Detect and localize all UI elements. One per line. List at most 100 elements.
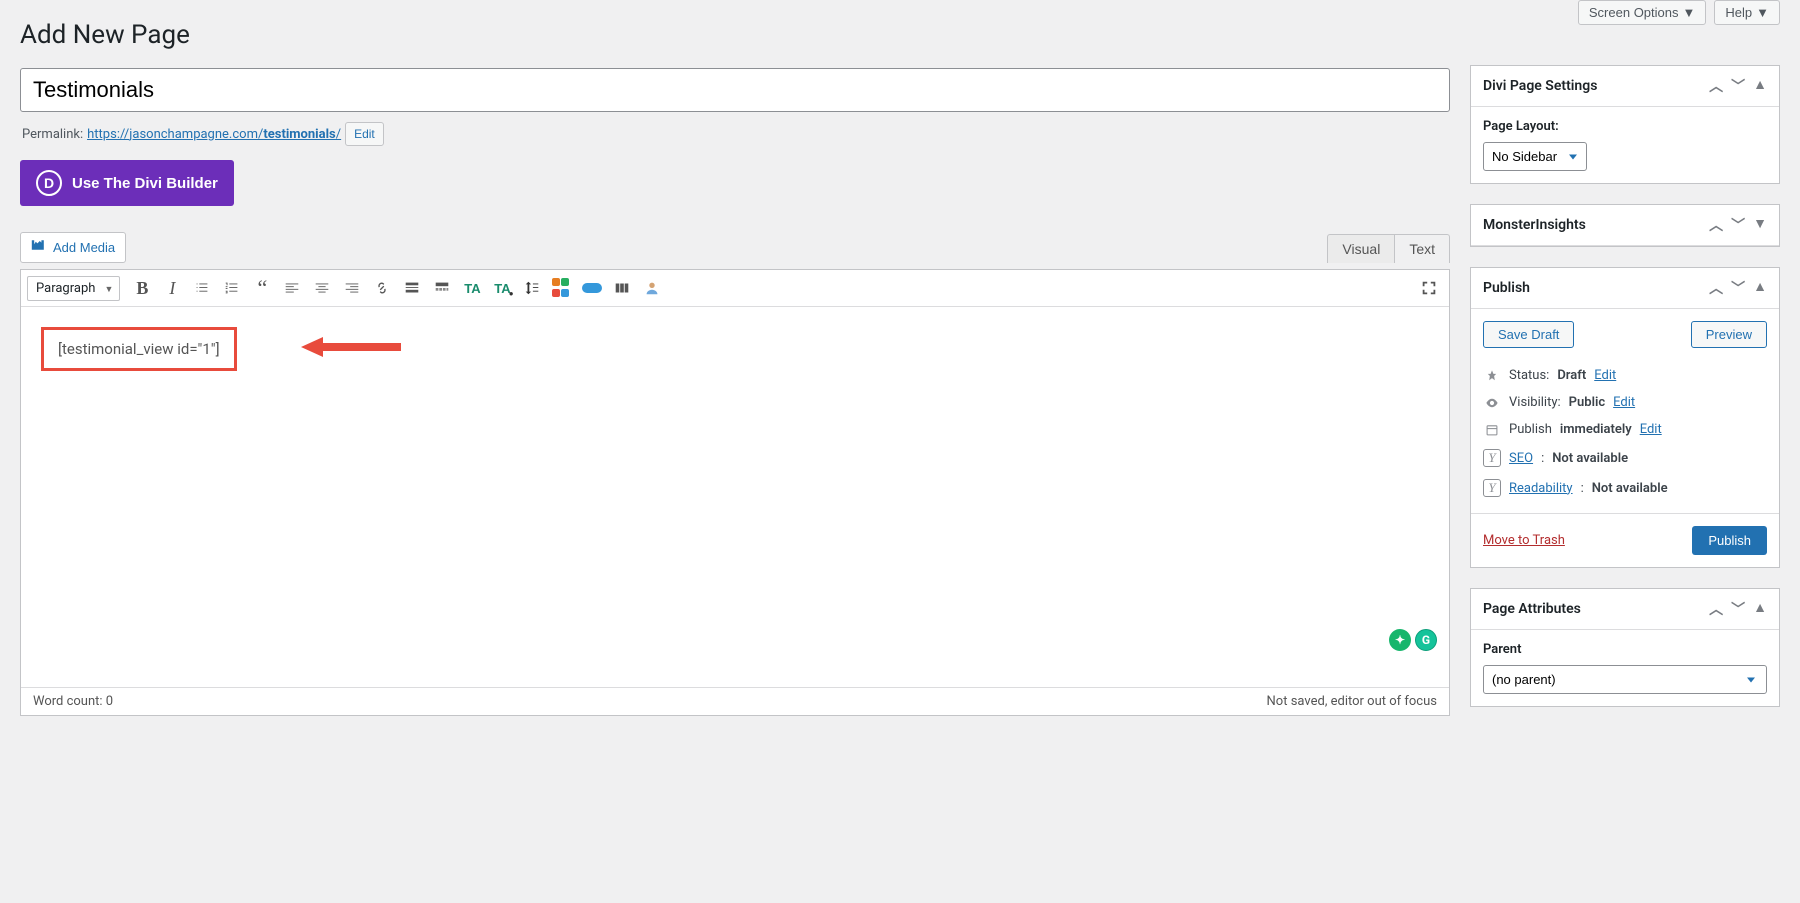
grammarly-badges: ✦ G <box>1389 629 1437 651</box>
editor-content[interactable]: [testimonial_view id="1"] ✦ G <box>21 307 1449 687</box>
monsterinsights-header[interactable]: MonsterInsights ︿ ﹀ ▼ <box>1471 205 1779 246</box>
divi-button-label: Use The Divi Builder <box>72 175 218 192</box>
pin-icon <box>1483 369 1501 383</box>
page-heading: Add New Page <box>20 20 1450 50</box>
publish-title: Publish <box>1483 280 1530 296</box>
toolbar-toggle-icon[interactable] <box>428 274 456 302</box>
grammarly-icon[interactable]: G <box>1415 629 1437 651</box>
row-height-icon[interactable] <box>518 274 546 302</box>
chevron-up-icon[interactable]: ︿ <box>1709 278 1723 298</box>
editor-text: [testimonial_view id="1"] <box>58 340 220 358</box>
visibility-label: Visibility: <box>1509 395 1561 410</box>
permalink-host: https://jasonchampagne.com/ <box>87 127 263 142</box>
parent-label: Parent <box>1483 642 1767 657</box>
columns-icon[interactable] <box>608 274 636 302</box>
caret-up-toggle-icon[interactable]: ▲ <box>1753 76 1767 96</box>
bold-icon[interactable]: B <box>128 274 156 302</box>
publish-time-label: Publish <box>1509 422 1552 437</box>
page-layout-select[interactable]: No Sidebar <box>1483 142 1587 171</box>
visual-tab[interactable]: Visual <box>1327 234 1395 263</box>
numbered-list-icon[interactable] <box>218 274 246 302</box>
chevron-down-icon[interactable]: ﹀ <box>1731 278 1745 298</box>
user-icon[interactable] <box>638 274 666 302</box>
divi-settings-header[interactable]: Divi Page Settings ︿ ﹀ ▲ <box>1471 66 1779 107</box>
annotation-arrow-icon <box>301 337 401 357</box>
insert-button-icon[interactable] <box>578 274 606 302</box>
parent-select[interactable]: (no parent) <box>1483 665 1767 694</box>
publish-header[interactable]: Publish ︿ ﹀ ▲ <box>1471 268 1779 309</box>
italic-icon[interactable]: I <box>158 274 186 302</box>
status-label: Status: <box>1509 368 1549 383</box>
monsterinsights-box: MonsterInsights ︿ ﹀ ▼ <box>1470 204 1780 247</box>
readability-link[interactable]: Readability <box>1509 481 1573 496</box>
permalink-row: Permalink: https://jasonchampagne.com/te… <box>22 122 1450 146</box>
add-media-label: Add Media <box>53 240 115 255</box>
paragraph-format-select[interactable]: Paragraph <box>27 276 120 301</box>
word-count: Word count: 0 <box>33 694 113 709</box>
ta-icon[interactable]: TA <box>458 274 486 302</box>
caret-up-toggle-icon[interactable]: ▲ <box>1753 278 1767 298</box>
grammarly-add-icon[interactable]: ✦ <box>1389 629 1411 651</box>
editor-statusbar: Word count: 0 Not saved, editor out of f… <box>21 687 1449 715</box>
chevron-up-icon[interactable]: ︿ <box>1709 215 1723 235</box>
chevron-down-icon[interactable]: ﹀ <box>1731 215 1745 235</box>
caret-up-toggle-icon[interactable]: ▲ <box>1753 599 1767 619</box>
editor-toolbar: Paragraph B I “ TA TA <box>21 270 1449 307</box>
bullet-list-icon[interactable] <box>188 274 216 302</box>
page-layout-label: Page Layout: <box>1483 119 1767 134</box>
permalink-trail: / <box>336 127 341 142</box>
eye-icon <box>1483 396 1501 410</box>
move-to-trash-link[interactable]: Move to Trash <box>1483 533 1565 548</box>
screen-options-label: Screen Options <box>1589 5 1679 20</box>
visibility-value: Public <box>1569 395 1605 410</box>
divi-page-settings-box: Divi Page Settings ︿ ﹀ ▲ Page Layout: No… <box>1470 65 1780 184</box>
chevron-up-icon[interactable]: ︿ <box>1709 599 1723 619</box>
help-label: Help <box>1725 5 1752 20</box>
link-icon[interactable] <box>368 274 396 302</box>
chevron-up-icon[interactable]: ︿ <box>1709 76 1723 96</box>
seo-link[interactable]: SEO <box>1509 451 1533 466</box>
yoast-readability-icon: Y <box>1483 479 1501 497</box>
fullscreen-icon[interactable] <box>1415 274 1443 302</box>
monsterinsights-title: MonsterInsights <box>1483 217 1586 233</box>
blockquote-icon[interactable]: “ <box>248 274 276 302</box>
caret-down-icon: ▼ <box>1756 5 1769 20</box>
preview-button[interactable]: Preview <box>1691 321 1767 348</box>
shortcodes-palette-icon[interactable] <box>548 274 576 302</box>
media-icon <box>31 237 47 258</box>
edit-permalink-button[interactable]: Edit <box>345 122 384 146</box>
text-tab[interactable]: Text <box>1395 234 1450 263</box>
permalink-label: Permalink: <box>22 127 83 142</box>
help-button[interactable]: Help ▼ <box>1714 0 1780 25</box>
page-attributes-header[interactable]: Page Attributes ︿ ﹀ ▲ <box>1471 589 1779 630</box>
align-center-icon[interactable] <box>308 274 336 302</box>
yoast-seo-icon: Y <box>1483 449 1501 467</box>
align-right-icon[interactable] <box>338 274 366 302</box>
seo-value: Not available <box>1552 451 1628 466</box>
caret-down-icon: ▼ <box>1683 5 1696 20</box>
chevron-down-icon[interactable]: ﹀ <box>1731 599 1745 619</box>
page-title-input[interactable] <box>20 68 1450 112</box>
ta-settings-icon[interactable]: TA <box>488 274 516 302</box>
divi-logo-icon: D <box>36 170 62 196</box>
divi-settings-title: Divi Page Settings <box>1483 78 1597 94</box>
editor-status-right: Not saved, editor out of focus <box>1267 694 1437 709</box>
edit-visibility-link[interactable]: Edit <box>1613 395 1635 410</box>
publish-time-value: immediately <box>1560 422 1632 437</box>
edit-publish-time-link[interactable]: Edit <box>1640 422 1662 437</box>
chevron-down-icon[interactable]: ﹀ <box>1731 76 1745 96</box>
caret-down-toggle-icon[interactable]: ▼ <box>1753 215 1767 235</box>
page-attributes-box: Page Attributes ︿ ﹀ ▲ Parent (no parent) <box>1470 588 1780 707</box>
status-value: Draft <box>1557 368 1586 383</box>
align-left-icon[interactable] <box>278 274 306 302</box>
insert-more-icon[interactable] <box>398 274 426 302</box>
publish-box: Publish ︿ ﹀ ▲ Save Draft Preview Status: <box>1470 267 1780 568</box>
save-draft-button[interactable]: Save Draft <box>1483 321 1574 348</box>
use-divi-builder-button[interactable]: D Use The Divi Builder <box>20 160 234 206</box>
permalink-link[interactable]: https://jasonchampagne.com/testimonials/ <box>87 127 341 142</box>
editor: Paragraph B I “ TA TA <box>20 269 1450 716</box>
edit-status-link[interactable]: Edit <box>1594 368 1616 383</box>
add-media-button[interactable]: Add Media <box>20 232 126 263</box>
screen-options-button[interactable]: Screen Options ▼ <box>1578 0 1706 25</box>
publish-button[interactable]: Publish <box>1692 526 1767 555</box>
